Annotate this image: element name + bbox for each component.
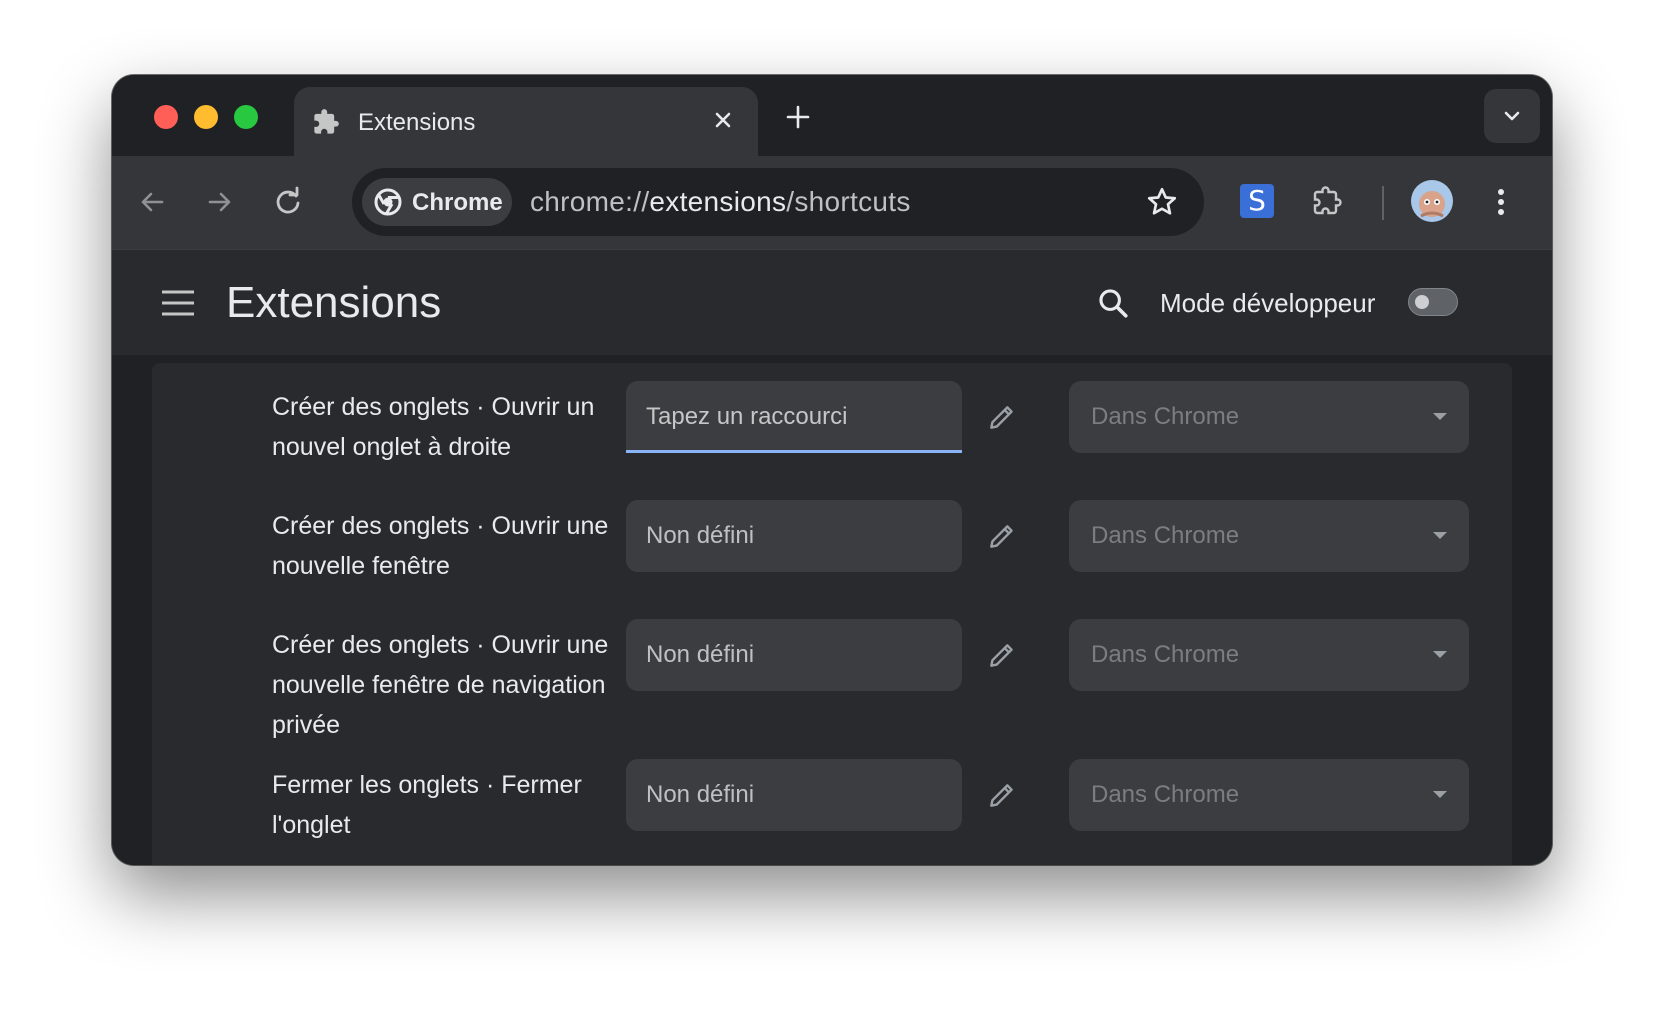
search-icon[interactable] [1096,286,1130,320]
dropdown-arrow-icon [1433,532,1447,539]
page-title: Extensions [226,278,442,327]
url-path: /shortcuts [786,186,911,217]
reload-icon[interactable] [270,184,306,220]
maximize-window-button[interactable] [234,105,258,129]
close-window-button[interactable] [154,105,178,129]
chrome-logo-icon [374,188,402,216]
scope-select[interactable]: Dans Chrome [1069,381,1469,453]
pencil-icon[interactable] [986,401,1018,433]
url-text[interactable]: chrome://extensions/shortcuts [530,186,911,218]
command-label: Créer des onglets · Ouvrir une nouvelle … [272,512,609,580]
extension-s-icon[interactable]: S [1240,184,1274,218]
shortcut-text: Non défini [646,522,755,549]
command-label: Créer des onglets · Ouvrir une nouvelle … [272,631,609,739]
new-tab-icon[interactable] [782,101,814,133]
chevron-down-icon [1504,111,1520,121]
shortcuts-content: Créer des onglets · Ouvrir un nouvel ong… [112,355,1552,865]
close-tab-icon[interactable] [708,105,738,135]
dropdown-arrow-icon [1433,413,1447,420]
forward-arrow-icon[interactable] [202,184,238,220]
url-scheme: chrome:// [530,186,650,217]
command-label: Fermer les onglets · Fermer l'onglet [272,771,582,839]
avatar-icon [1419,191,1445,218]
scope-value: Dans Chrome [1091,781,1240,808]
shortcut-input[interactable]: Non défini [626,500,962,572]
scope-select[interactable]: Dans Chrome [1069,759,1469,831]
browser-window: Extensions Chrome chrome://extensions/sh… [112,75,1552,865]
developer-mode-toggle[interactable] [1408,288,1458,316]
shortcut-input[interactable]: Tapez un raccourci [626,381,962,453]
puzzle-icon [314,109,339,134]
scope-value: Dans Chrome [1091,403,1240,430]
toolbar-divider [1382,186,1384,220]
toggle-knob [1415,295,1429,309]
bookmark-star-icon[interactable] [1144,184,1180,220]
title-bar: Extensions [112,75,1552,156]
chip-label: Chrome [412,189,503,216]
pencil-icon[interactable] [986,639,1018,671]
address-bar[interactable]: Chrome chrome://extensions/shortcuts [352,168,1204,236]
profile-avatar[interactable] [1411,180,1453,222]
scope-value: Dans Chrome [1091,641,1240,668]
command-label: Créer des onglets · Ouvrir un nouvel ong… [272,393,595,461]
more-menu-icon[interactable] [1494,184,1508,220]
pencil-icon[interactable] [986,779,1018,811]
dropdown-arrow-icon [1433,791,1447,798]
dropdown-arrow-icon [1433,651,1447,658]
shortcut-input[interactable]: Non défini [626,759,962,831]
site-info-chip[interactable]: Chrome [362,178,512,226]
shortcut-text: Non défini [646,641,755,668]
extensions-puzzle-icon[interactable] [1309,183,1345,219]
back-arrow-icon[interactable] [134,184,170,220]
shortcuts-card: Créer des onglets · Ouvrir un nouvel ong… [152,363,1512,865]
shortcut-input[interactable]: Non défini [626,619,962,691]
toolbar: Chrome chrome://extensions/shortcuts S [112,156,1552,249]
extensions-header: Extensions Mode développeur [112,249,1552,356]
tab-extensions[interactable]: Extensions [294,87,758,156]
shortcut-text: Tapez un raccourci [646,403,848,430]
tab-search-button[interactable] [1484,89,1540,143]
tab-title: Extensions [358,109,476,136]
scope-select[interactable]: Dans Chrome [1069,619,1469,691]
scope-select[interactable]: Dans Chrome [1069,500,1469,572]
minimize-window-button[interactable] [194,105,218,129]
pencil-icon[interactable] [986,520,1018,552]
hamburger-menu-icon[interactable] [160,288,196,318]
scope-value: Dans Chrome [1091,522,1240,549]
developer-mode-label: Mode développeur [1160,288,1376,318]
url-host: extensions [649,186,787,217]
shortcut-text: Non défini [646,781,755,808]
